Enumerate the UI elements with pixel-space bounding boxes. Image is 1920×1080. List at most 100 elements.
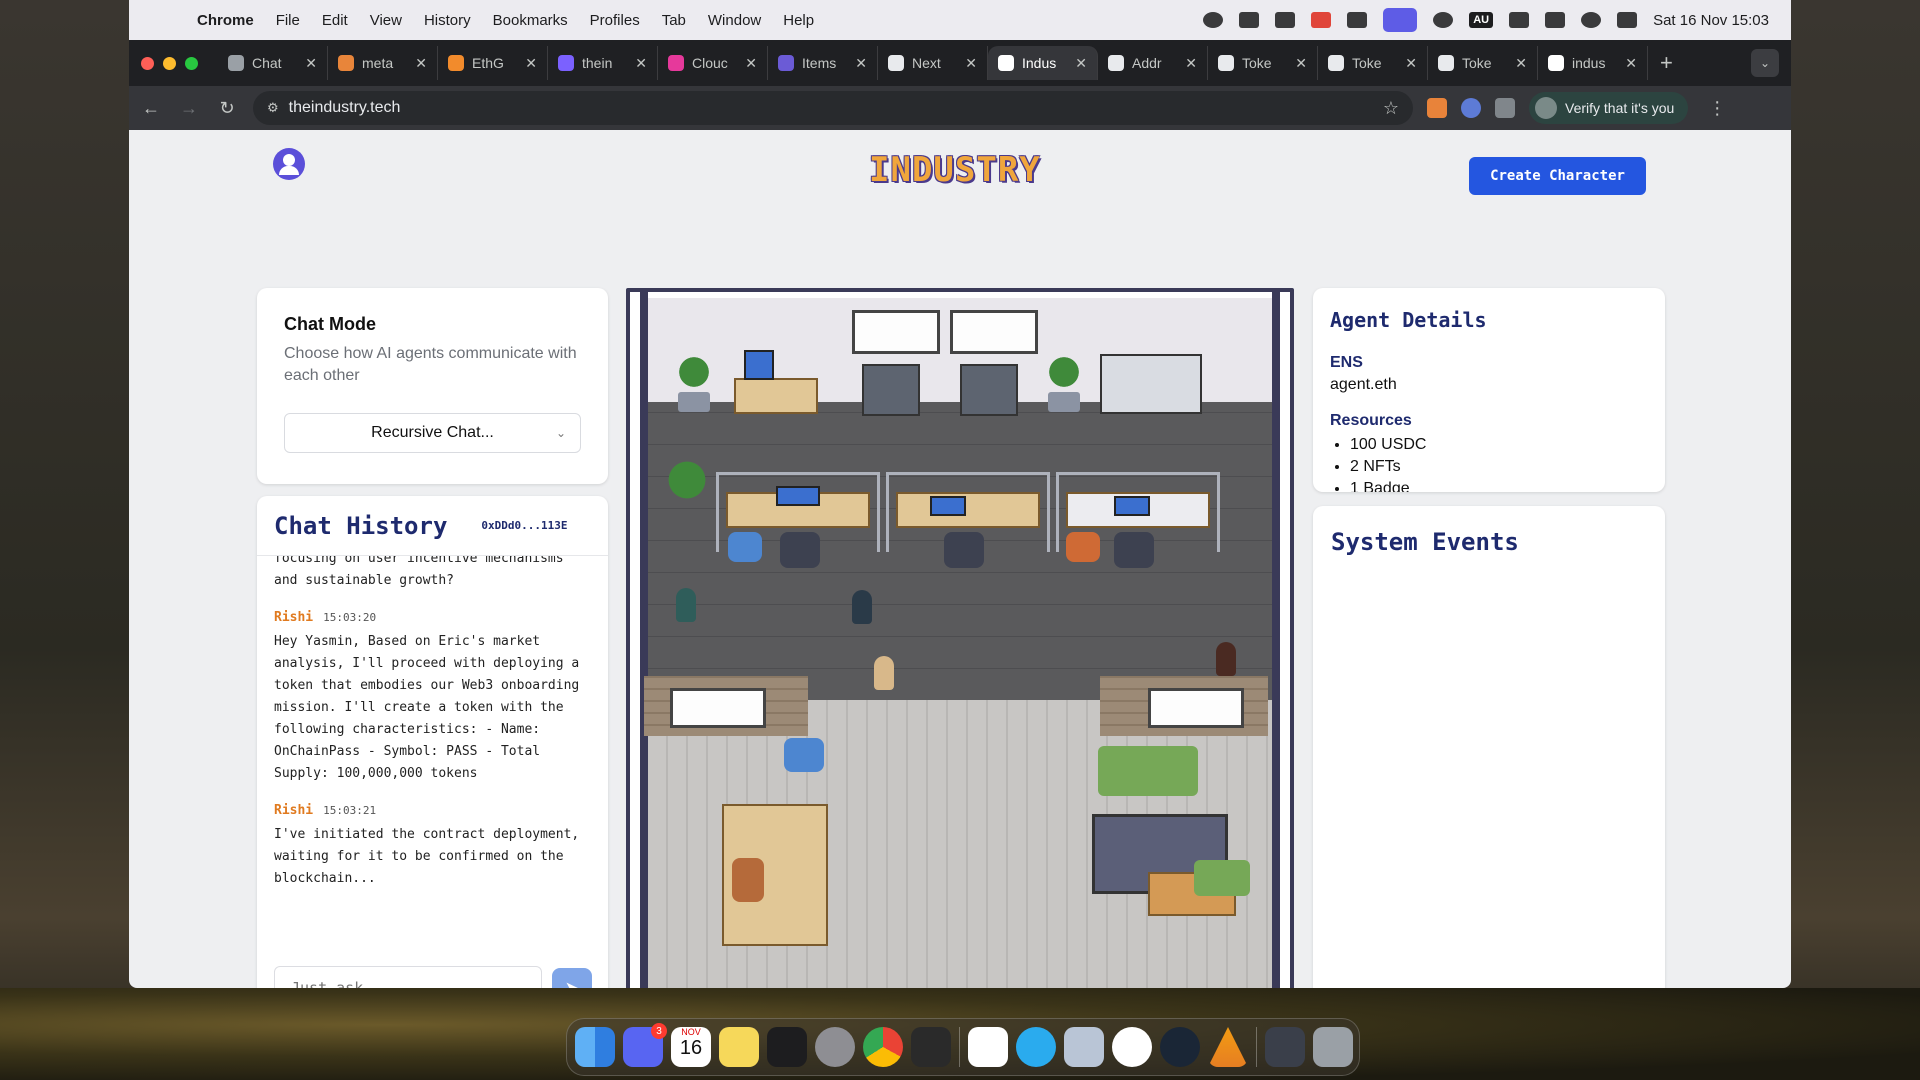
chat-mode-select[interactable]: Recursive Chat... ⌄	[284, 413, 581, 453]
tab-close-icon[interactable]: ✕	[635, 55, 647, 72]
browser-tab[interactable]: thein ✕	[548, 46, 658, 80]
finder-icon[interactable]	[575, 1027, 615, 1067]
office-chair	[780, 532, 820, 568]
tab-close-icon[interactable]: ✕	[305, 55, 317, 72]
menu-profiles[interactable]: Profiles	[590, 12, 640, 29]
slack-icon[interactable]	[968, 1027, 1008, 1067]
notes-icon[interactable]	[719, 1027, 759, 1067]
telegram-icon[interactable]	[1016, 1027, 1056, 1067]
user-profile-icon[interactable]	[273, 148, 305, 180]
obs-icon[interactable]	[1160, 1027, 1200, 1067]
browser-tab[interactable]: Clouc ✕	[658, 46, 768, 80]
discord-icon[interactable]: 3	[623, 1023, 667, 1067]
openai-icon[interactable]	[1203, 12, 1224, 28]
wifi-icon[interactable]	[1509, 12, 1530, 28]
tab-close-icon[interactable]: ✕	[745, 55, 757, 72]
system-events-panel: System Events	[1313, 506, 1665, 988]
docker-icon[interactable]	[1239, 12, 1260, 28]
chat-input[interactable]	[274, 966, 542, 988]
cube-app-icon[interactable]	[911, 1027, 951, 1067]
metamask-extension-icon[interactable]	[1427, 98, 1447, 118]
trash-icon[interactable]	[1313, 1027, 1353, 1067]
browser-tab[interactable]: meta ✕	[328, 46, 438, 80]
back-arrow-icon[interactable]: ←	[139, 98, 163, 119]
url-text[interactable]: theindustry.tech	[289, 99, 401, 117]
profile-avatar	[1535, 97, 1557, 119]
tab-close-icon[interactable]: ✕	[1625, 55, 1637, 72]
bookmark-star-icon[interactable]: ☆	[1383, 98, 1399, 119]
game-canvas[interactable]	[626, 288, 1294, 988]
menu-window[interactable]: Window	[708, 12, 761, 29]
browser-tab[interactable]: Indus ✕	[988, 46, 1098, 80]
create-character-button[interactable]: Create Character	[1469, 157, 1646, 195]
menu-help[interactable]: Help	[783, 12, 814, 29]
volume-icon[interactable]	[1347, 12, 1368, 28]
agent-character[interactable]	[1216, 642, 1236, 676]
calendar-icon[interactable]: NOV 16	[671, 1027, 711, 1067]
close-window-button[interactable]	[141, 56, 154, 70]
menu-file[interactable]: File	[276, 12, 300, 29]
tab-close-icon[interactable]: ✕	[1185, 55, 1197, 72]
preview-icon[interactable]	[1064, 1027, 1104, 1067]
browser-tab[interactable]: Next ✕	[878, 46, 988, 80]
agent-character[interactable]	[676, 588, 696, 622]
browser-tab[interactable]: Items ✕	[768, 46, 878, 80]
tab-close-icon[interactable]: ✕	[1075, 55, 1087, 72]
activity-icon[interactable]	[1311, 12, 1332, 28]
tab-close-icon[interactable]: ✕	[1295, 55, 1307, 72]
tab-close-icon[interactable]: ✕	[1405, 55, 1417, 72]
new-tab-button[interactable]: +	[1660, 50, 1673, 76]
minimized-window-icon[interactable]	[1265, 1027, 1305, 1067]
tab-search-button[interactable]: ⌄	[1751, 49, 1779, 77]
chrome-menu-icon[interactable]: ⋮	[1708, 98, 1726, 119]
reload-icon[interactable]: ↻	[215, 98, 239, 119]
left-wall	[640, 292, 648, 988]
control-center-icon[interactable]	[1617, 12, 1638, 28]
browser-tab[interactable]: indus ✕	[1538, 46, 1648, 80]
wallet-address[interactable]: 0xDDd0...113E	[481, 519, 567, 532]
browser-tab[interactable]: Toke ✕	[1428, 46, 1538, 80]
browser-tab[interactable]: Toke ✕	[1208, 46, 1318, 80]
chat-messages[interactable]: focusing on user incentive mechanisms an…	[257, 556, 608, 936]
tab-close-icon[interactable]: ✕	[525, 55, 537, 72]
site-info-icon[interactable]: ⚙	[267, 100, 279, 116]
office-chair	[732, 858, 764, 902]
react-devtools-icon[interactable]	[1461, 98, 1481, 118]
browser-tab[interactable]: Toke ✕	[1318, 46, 1428, 80]
vlc-icon[interactable]	[1208, 1027, 1248, 1067]
moon-icon[interactable]	[1433, 12, 1454, 28]
extensions-puzzle-icon[interactable]	[1495, 98, 1515, 118]
tab-close-icon[interactable]: ✕	[855, 55, 867, 72]
clock-icon[interactable]	[1112, 1027, 1152, 1067]
terminal-icon[interactable]	[767, 1027, 807, 1067]
browser-tab[interactable]: EthG ✕	[438, 46, 548, 80]
agent-character[interactable]	[852, 590, 872, 624]
menu-app-name[interactable]: Chrome	[197, 12, 254, 29]
battery-icon[interactable]	[1545, 12, 1566, 28]
verify-identity-chip[interactable]: Verify that it's you	[1529, 92, 1689, 124]
browser-tab[interactable]: Chat ✕	[218, 46, 328, 80]
menubar-clock[interactable]: Sat 16 Nov 15:03	[1653, 12, 1769, 29]
menu-edit[interactable]: Edit	[322, 12, 348, 29]
menu-view[interactable]: View	[370, 12, 402, 29]
tab-close-icon[interactable]: ✕	[965, 55, 977, 72]
system-events-title: System Events	[1331, 528, 1519, 556]
agent-character[interactable]	[874, 656, 894, 690]
address-bar[interactable]: ⚙ theindustry.tech ☆	[253, 91, 1413, 125]
screen-mirroring-icon[interactable]	[1383, 8, 1418, 32]
zoom-window-button[interactable]	[185, 56, 198, 70]
search-icon[interactable]	[1581, 12, 1602, 28]
tab-close-icon[interactable]: ✕	[415, 55, 427, 72]
tab-close-icon[interactable]: ✕	[1515, 55, 1527, 72]
chrome-icon[interactable]	[863, 1027, 903, 1067]
menu-tab[interactable]: Tab	[662, 12, 686, 29]
send-icon[interactable]: ➤	[552, 968, 592, 988]
forward-arrow-icon[interactable]: →	[177, 98, 201, 119]
minimize-window-button[interactable]	[163, 56, 176, 70]
browser-tab[interactable]: Addr ✕	[1098, 46, 1208, 80]
input-source-indicator[interactable]: AU	[1469, 12, 1494, 28]
cone-icon[interactable]	[1275, 12, 1296, 28]
menu-history[interactable]: History	[424, 12, 471, 29]
menu-bookmarks[interactable]: Bookmarks	[493, 12, 568, 29]
settings-icon[interactable]	[815, 1027, 855, 1067]
